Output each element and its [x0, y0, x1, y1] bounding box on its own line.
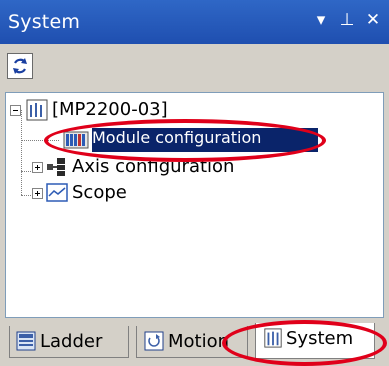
ladder-icon — [16, 331, 36, 351]
controller-icon — [26, 99, 48, 121]
system-icon — [264, 328, 282, 348]
pin-icon[interactable]: ⊥ — [336, 9, 358, 31]
scope-icon — [46, 183, 68, 202]
tab-label: System — [286, 328, 354, 349]
module-config-icon — [63, 131, 89, 149]
close-icon[interactable]: ✕ — [362, 9, 384, 31]
tab-ladder[interactable]: Ladder — [9, 326, 129, 358]
panel-toolbar — [0, 44, 389, 92]
tree-node-axis-configuration[interactable]: Axis configuration — [32, 155, 292, 179]
tree-node-label: Module configuration — [92, 128, 262, 147]
axis-config-icon — [47, 158, 65, 176]
panel-title-bar[interactable]: System ▾ ⊥ ✕ — [0, 0, 389, 44]
motion-icon — [144, 331, 164, 351]
expand-icon[interactable] — [32, 162, 43, 173]
tab-label: Ladder — [40, 331, 103, 352]
dropdown-icon[interactable]: ▾ — [310, 9, 332, 31]
tree-node-label: Scope — [72, 182, 127, 203]
tree-connector — [21, 140, 59, 142]
tab-motion[interactable]: Motion — [136, 326, 248, 358]
tree-node-label: [MP2200-03] — [52, 99, 168, 120]
tree-connector — [21, 110, 23, 195]
expand-icon[interactable] — [32, 188, 43, 199]
refresh-icon — [10, 56, 30, 76]
refresh-button[interactable] — [7, 53, 33, 79]
tab-label: Motion — [168, 331, 230, 352]
tree-node-root[interactable]: [MP2200-03] — [10, 98, 270, 122]
panel-title: System — [8, 11, 81, 33]
tab-system[interactable]: System — [255, 323, 375, 359]
system-panel: System ▾ ⊥ ✕ [MP2200-03] Module configur… — [0, 0, 389, 366]
panel-tab-bar: Ladder Motion System — [0, 318, 389, 366]
tree-node-scope[interactable]: Scope — [32, 181, 232, 205]
tree-node-module-configuration[interactable]: Module configuration — [92, 128, 318, 152]
system-tree[interactable]: [MP2200-03] Module configuration Axis co… — [5, 92, 384, 318]
tree-node-label: Axis configuration — [72, 156, 235, 177]
collapse-icon[interactable] — [10, 105, 21, 116]
